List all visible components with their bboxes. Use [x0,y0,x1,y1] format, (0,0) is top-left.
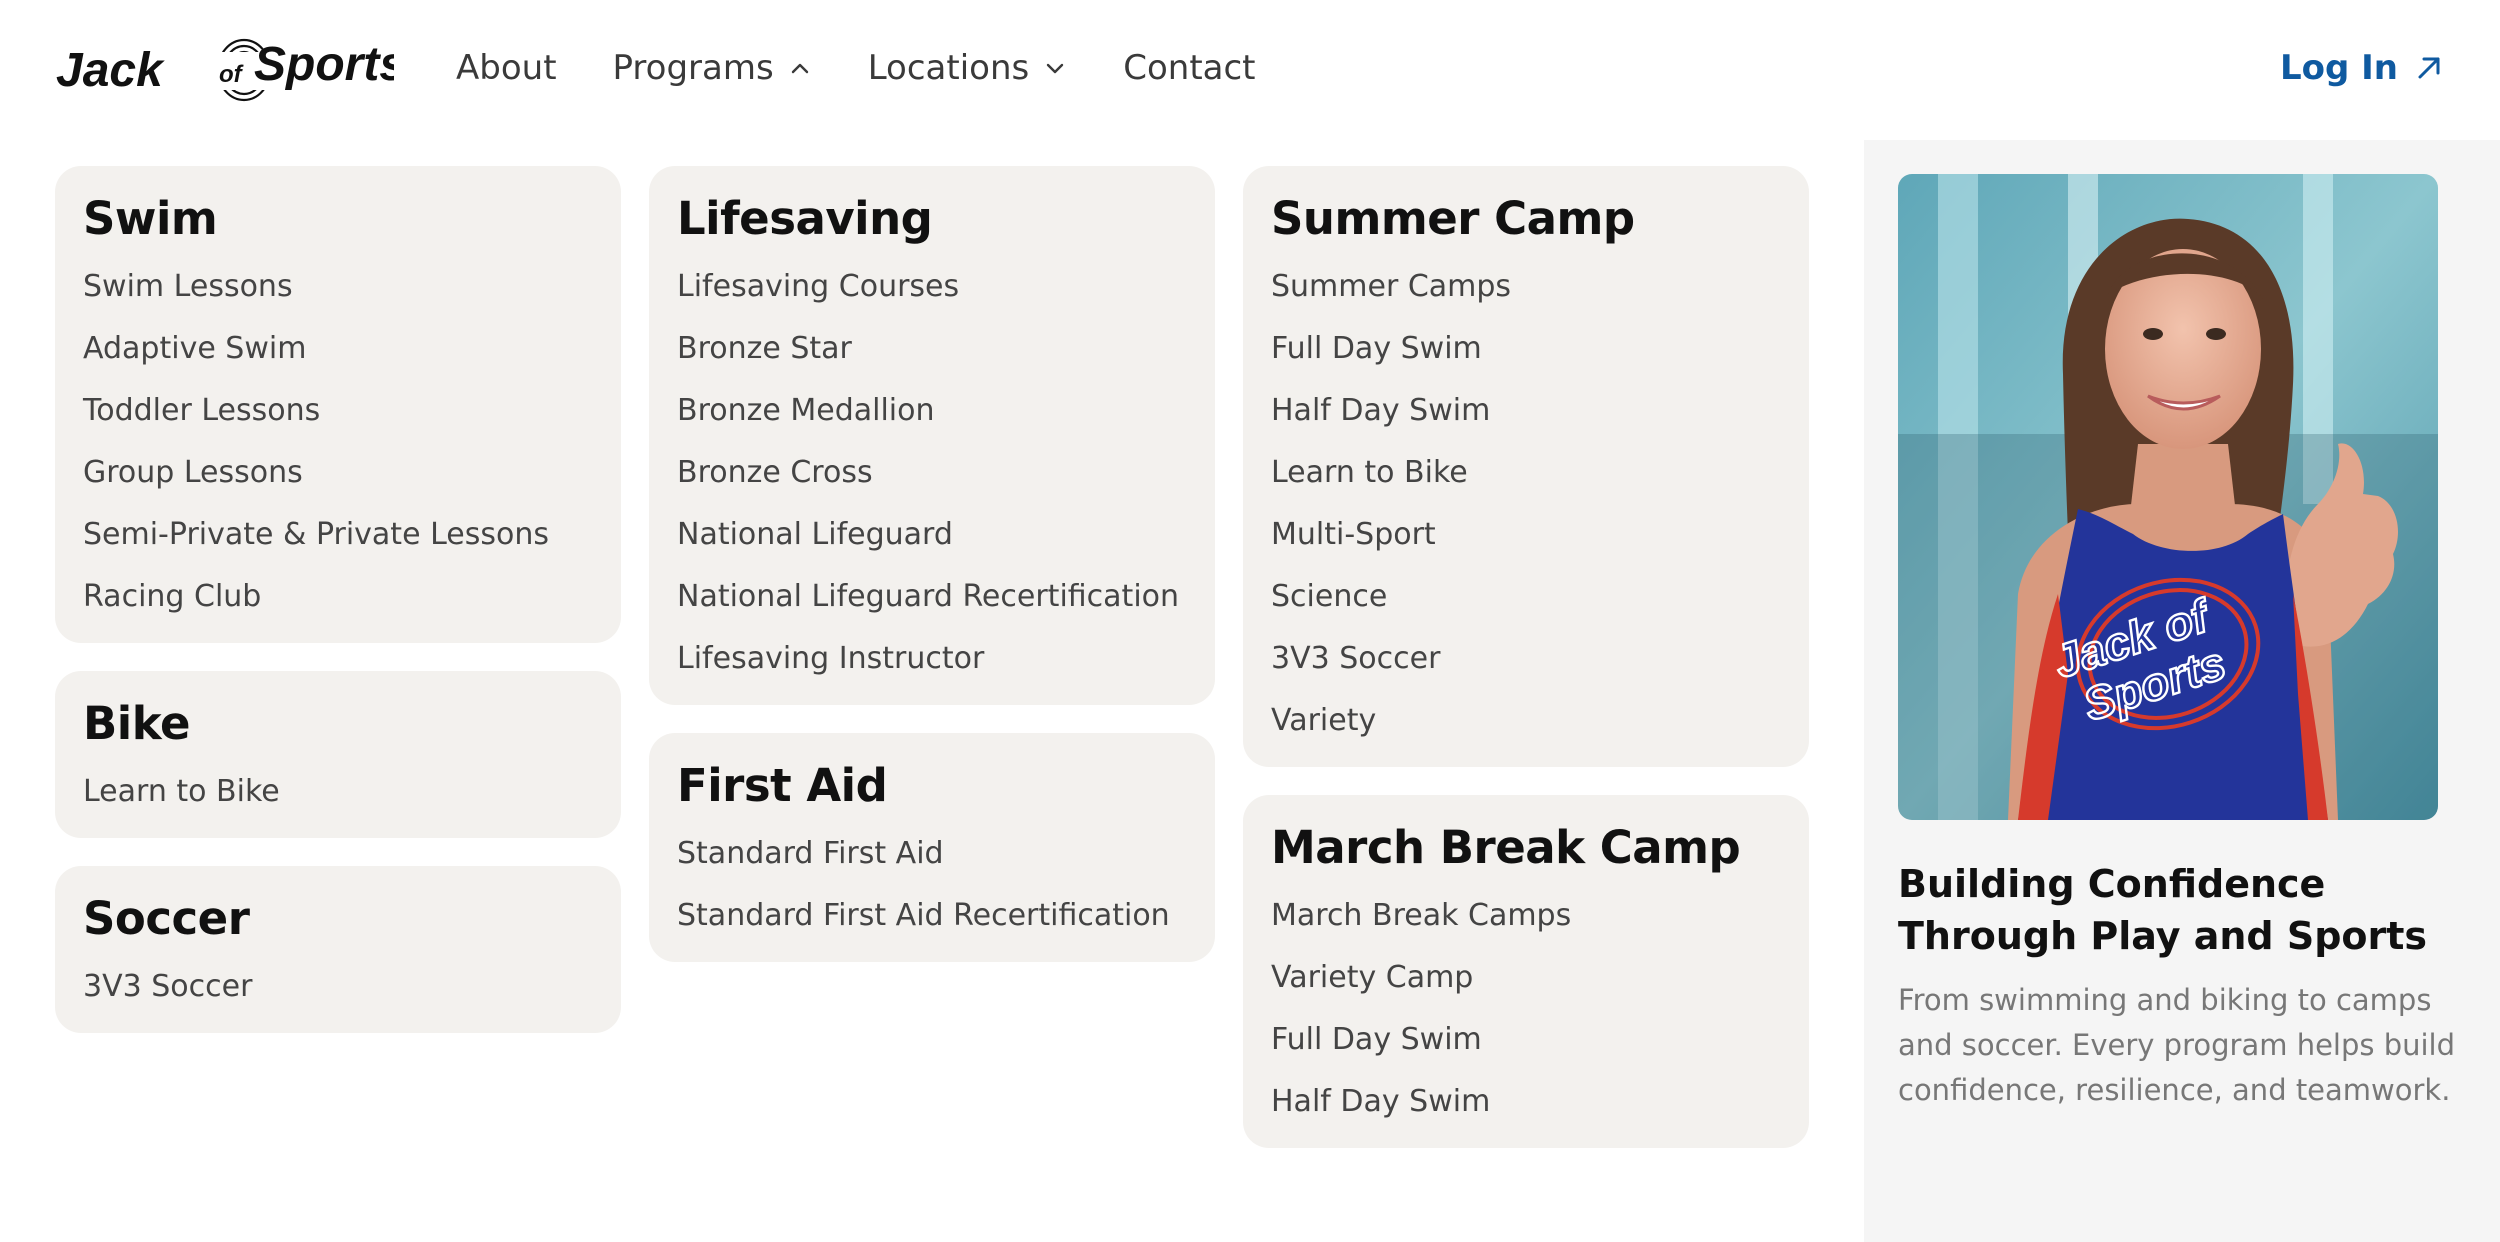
menu-link[interactable]: Racing Club [83,575,593,617]
svg-text:Jack: Jack [56,44,165,97]
menu-list-swim: Swim Lessons Adaptive Swim Toddler Lesso… [83,265,593,617]
menu-column-1: Swim Swim Lessons Adaptive Swim Toddler … [55,166,621,1061]
login-label: Log In [2279,48,2398,88]
menu-link[interactable]: Variety [1271,699,1781,741]
menu-link[interactable]: Group Lessons [83,451,593,513]
menu-link[interactable]: Multi-Sport [1271,513,1781,575]
menu-link[interactable]: Standard First Aid Recertification [677,894,1187,936]
feature-title: Building Confidence Through Play and Spo… [1898,862,2428,958]
nav-about[interactable]: About [456,48,557,88]
chevron-down-icon [1047,63,1064,74]
menu-link[interactable]: National Lifeguard Recertification [677,575,1187,637]
menu-link[interactable]: Full Day Swim [1271,1018,1781,1080]
menu-card-summer-camp: Summer Camp Summer Camps Full Day Swim H… [1243,166,1809,767]
menu-heading-summer-camp[interactable]: Summer Camp [1271,196,1781,241]
menu-link[interactable]: Learn to Bike [83,770,593,812]
menu-link[interactable]: March Break Camps [1271,894,1781,956]
menu-heading-soccer[interactable]: Soccer [83,896,593,941]
jack-of-sports-logo: Jack of Sports [56,38,394,102]
menu-card-swim: Swim Swim Lessons Adaptive Swim Toddler … [55,166,621,643]
athlete-photo: Jack of Sports [1898,174,2438,820]
menu-link[interactable]: Variety Camp [1271,956,1781,1018]
menu-list-summer-camp: Summer Camps Full Day Swim Half Day Swim… [1271,265,1781,741]
menu-link[interactable]: 3V3 Soccer [1271,637,1781,699]
nav-programs-label: Programs [612,48,774,88]
menu-link[interactable]: Learn to Bike [1271,451,1781,513]
menu-list-bike: Learn to Bike [83,770,593,812]
menu-link[interactable]: Standard First Aid [677,832,1187,894]
nav-locations-label: Locations [867,48,1030,88]
arrow-up-right-icon [2418,57,2440,79]
feature-panel: Jack of Sports Building Confidence Throu… [1864,140,2500,1242]
menu-heading-bike[interactable]: Bike [83,701,593,746]
brand-logo[interactable]: Jack of Sports [54,30,394,110]
menu-link[interactable]: National Lifeguard [677,513,1187,575]
menu-heading-lifesaving[interactable]: Lifesaving [677,196,1187,241]
main-nav: About Programs Locations Contact [456,48,1312,88]
menu-link[interactable]: Full Day Swim [1271,327,1781,389]
menu-column-2: Lifesaving Lifesaving Courses Bronze Sta… [649,166,1215,990]
menu-list-first-aid: Standard First Aid Standard First Aid Re… [677,832,1187,936]
nav-programs[interactable]: Programs [613,48,812,88]
menu-card-lifesaving: Lifesaving Lifesaving Courses Bronze Sta… [649,166,1215,705]
menu-link[interactable]: Toddler Lessons [83,389,593,451]
menu-link[interactable]: Bronze Medallion [677,389,1187,451]
feature-photo[interactable]: Jack of Sports [1898,174,2438,820]
nav-contact-label: Contact [1123,48,1256,88]
menu-link[interactable]: Bronze Cross [677,451,1187,513]
menu-card-bike: Bike Learn to Bike [55,671,621,838]
menu-heading-march-break[interactable]: March Break Camp [1271,825,1781,870]
menu-list-march-break: March Break Camps Variety Camp Full Day … [1271,894,1781,1122]
menu-link[interactable]: Adaptive Swim [83,327,593,389]
menu-link[interactable]: Lifesaving Instructor [677,637,1187,679]
menu-link[interactable]: Swim Lessons [83,265,593,327]
menu-link[interactable]: Science [1271,575,1781,637]
menu-link[interactable]: Semi-Private & Private Lessons [83,513,593,575]
menu-link[interactable]: Summer Camps [1271,265,1781,327]
svg-text:Sports: Sports [254,38,394,91]
menu-list-soccer: 3V3 Soccer [83,965,593,1007]
menu-heading-swim[interactable]: Swim [83,196,593,241]
menu-link[interactable]: Half Day Swim [1271,1080,1781,1122]
menu-link[interactable]: Lifesaving Courses [677,265,1187,327]
nav-contact[interactable]: Contact [1123,48,1255,88]
menu-heading-first-aid[interactable]: First Aid [677,763,1187,808]
login-link[interactable]: Log In [2280,48,2444,88]
svg-text:of: of [219,61,244,88]
menu-card-march-break: March Break Camp March Break Camps Varie… [1243,795,1809,1148]
nav-about-label: About [456,48,557,88]
menu-link[interactable]: Bronze Star [677,327,1187,389]
menu-column-3: Summer Camp Summer Camps Full Day Swim H… [1243,166,1809,1176]
menu-list-lifesaving: Lifesaving Courses Bronze Star Bronze Me… [677,265,1187,679]
menu-link[interactable]: Half Day Swim [1271,389,1781,451]
menu-card-first-aid: First Aid Standard First Aid Standard Fi… [649,733,1215,962]
menu-card-soccer: Soccer 3V3 Soccer [55,866,621,1033]
nav-locations[interactable]: Locations [868,48,1068,88]
site-header: Jack of Sports About Programs Locations … [0,0,2500,140]
chevron-up-icon [791,63,808,74]
menu-link[interactable]: 3V3 Soccer [83,965,593,1007]
feature-description: From swimming and biking to camps and so… [1898,983,2456,1107]
